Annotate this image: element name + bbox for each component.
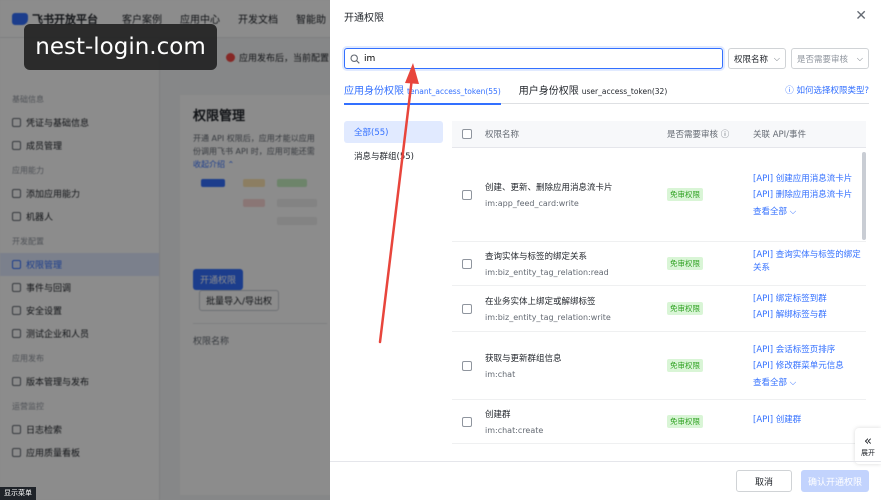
review-badge: 免审权限 xyxy=(667,302,703,315)
help-label: 如何选择权限类型? xyxy=(796,86,869,96)
api-link[interactable]: [API] 创建应用消息流卡片 xyxy=(753,173,866,186)
search-icon xyxy=(350,53,360,64)
permission-table: 权限名称 是否需要审核 ⓘ 关联 API/事件 创建、更新、删除应用消息流卡片 i… xyxy=(452,121,866,461)
help-icon: ⓘ xyxy=(720,130,730,140)
permission-name: 获取与更新群组信息 xyxy=(485,354,562,364)
api-link[interactable]: [API] 会话标签页排序 xyxy=(753,344,866,357)
column-header-label: 是否需要审核 xyxy=(667,130,719,140)
table-header: 权限名称 是否需要审核 ⓘ 关联 API/事件 xyxy=(452,121,866,148)
search-box[interactable] xyxy=(344,48,723,69)
api-link[interactable]: [API] 解绑标签与群 xyxy=(753,309,866,322)
api-link[interactable]: [API] 删除应用消息流卡片 xyxy=(753,189,866,202)
api-link[interactable]: [API] 创建群 xyxy=(753,414,866,427)
show-menu-tag[interactable]: 显示菜单 xyxy=(0,487,36,500)
help-icon: ⓘ xyxy=(785,86,794,96)
table-row: 创建群 im:chat:create 免审权限 [API] 创建群 xyxy=(452,400,866,444)
search-input[interactable] xyxy=(364,53,704,64)
view-all-link[interactable]: 查看全部 ⌵ xyxy=(753,376,866,388)
column-header-name: 权限名称 xyxy=(485,130,520,140)
watermark: nest-login.com xyxy=(24,24,217,70)
permission-type-tabs: 应用身份权限 tenant_access_token(55) 用户身份权限 user… xyxy=(344,82,869,105)
permission-code: im:chat xyxy=(485,370,516,379)
cancel-button[interactable]: 取消 xyxy=(736,470,792,492)
expand-panel-button[interactable]: « 展开 xyxy=(855,428,881,464)
tab-label: 应用身份权限 xyxy=(344,86,404,97)
view-all-link[interactable]: 查看全部 ⌵ xyxy=(753,205,866,217)
category-all[interactable]: 全部(55) xyxy=(344,121,443,143)
tab-sub: tenant_access_token(55) xyxy=(407,87,501,96)
review-badge: 免审权限 xyxy=(667,188,703,201)
drawer-title: 开通权限 xyxy=(344,12,384,24)
api-link[interactable]: [API] 修改群菜单元信息 xyxy=(753,360,866,373)
permission-code: im:biz_entity_tag_relation:read xyxy=(485,268,609,277)
select-value: 权限名称 xyxy=(734,54,769,65)
tab-user-permissions[interactable]: 用户身份权限 user_access_token(32) xyxy=(519,82,668,103)
api-link[interactable]: [API] 查询实体与标签的绑定关系 xyxy=(753,249,866,275)
row-checkbox[interactable] xyxy=(462,416,472,427)
row-checkbox[interactable] xyxy=(462,189,472,200)
select-all-checkbox[interactable] xyxy=(462,129,472,139)
column-header-review: 是否需要审核 ⓘ xyxy=(667,128,753,140)
search-row: 权限名称 ⌵ 是否需要审核 ⌵ xyxy=(344,48,869,69)
category-nav: 全部(55) 消息与群组(55) xyxy=(344,121,443,169)
tab-tenant-permissions[interactable]: 应用身份权限 tenant_access_token(55) xyxy=(344,82,501,105)
chevron-down-icon: ⌵ xyxy=(856,53,863,63)
row-checkbox[interactable] xyxy=(462,258,472,269)
permission-code: im:app_feed_card:write xyxy=(485,199,579,208)
row-checkbox[interactable] xyxy=(462,303,472,314)
table-row: 获取与更新群组信息 im:chat 免审权限 [API] 会话标签页排序 [API]… xyxy=(452,332,866,400)
double-chevron-left-icon: « xyxy=(864,433,872,449)
permission-type-help-link[interactable]: ⓘ 如何选择权限类型? xyxy=(785,84,869,96)
table-row: 在业务实体上绑定或解绑标签 im:biz_entity_tag_relation:… xyxy=(452,286,866,332)
view-all-label: 查看全部 xyxy=(753,206,788,217)
table-row: 创建、更新、删除应用消息流卡片 im:app_feed_card:write 免审… xyxy=(452,148,866,242)
modal-overlay[interactable] xyxy=(0,0,330,500)
close-icon[interactable]: ✕ xyxy=(855,8,867,24)
select-placeholder: 是否需要审核 xyxy=(797,54,849,65)
open-permission-drawer: 开通权限 ✕ 权限名称 ⌵ 是否需要审核 ⌵ 应用身份权限tenant_access… xyxy=(330,0,881,500)
permission-name: 在业务实体上绑定或解绑标签 xyxy=(485,297,596,307)
tab-label: 用户身份权限 xyxy=(518,86,579,97)
drawer-header: 开通权限 ✕ xyxy=(330,0,881,32)
expand-label: 展开 xyxy=(861,448,875,457)
permission-code: im:biz_entity_tag_relation:write xyxy=(485,313,611,322)
category-messages-groups[interactable]: 消息与群组(55) xyxy=(344,145,443,167)
chevron-down-icon: ⌵ xyxy=(773,53,780,63)
review-badge: 免审权限 xyxy=(667,415,703,428)
table-scrollbar[interactable] xyxy=(862,152,866,240)
review-filter-select[interactable]: 是否需要审核 ⌵ xyxy=(791,48,869,69)
review-badge: 免审权限 xyxy=(667,359,703,372)
search-field-select[interactable]: 权限名称 ⌵ xyxy=(728,48,786,69)
view-all-label: 查看全部 xyxy=(753,377,788,388)
column-header-api: 关联 API/事件 xyxy=(753,130,807,140)
drawer-footer: 取消 确认开通权限 xyxy=(330,461,881,500)
permission-name: 创建群 xyxy=(485,410,511,420)
confirm-open-button[interactable]: 确认开通权限 xyxy=(801,470,869,492)
table-row: 查询实体与标签的绑定关系 im:biz_entity_tag_relation:r… xyxy=(452,242,866,286)
permission-name: 查询实体与标签的绑定关系 xyxy=(485,252,588,262)
permission-code: im:chat:create xyxy=(485,426,544,435)
tab-sub: user_access_token(32) xyxy=(581,87,668,96)
permission-name: 创建、更新、删除应用消息流卡片 xyxy=(485,183,613,193)
row-checkbox[interactable] xyxy=(462,360,472,371)
api-link[interactable]: [API] 绑定标签到群 xyxy=(753,293,866,306)
review-badge: 免审权限 xyxy=(667,257,703,270)
